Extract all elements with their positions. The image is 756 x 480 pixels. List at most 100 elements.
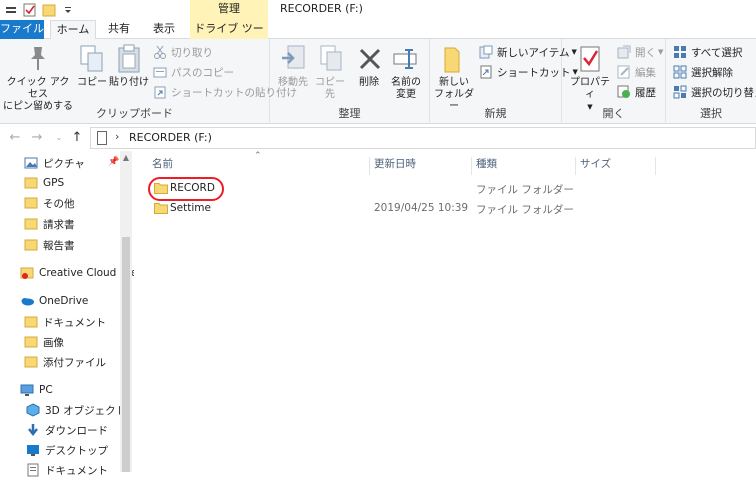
select-none-button[interactable]: 選択解除: [672, 63, 733, 81]
file-row[interactable]: Settime 2019/04/25 10:39 ファイル フォルダー: [148, 200, 748, 218]
open-button[interactable]: 開く ▼: [616, 43, 663, 61]
copy-path-button[interactable]: パスのコピー: [152, 63, 234, 81]
column-header-size[interactable]: サイズ: [576, 157, 656, 175]
tab-file[interactable]: ファイル: [0, 20, 44, 39]
pictures-icon: [24, 157, 38, 169]
nav-scrollbar[interactable]: ▲: [120, 151, 132, 472]
folder-icon: [24, 316, 38, 328]
move-to-icon: [277, 43, 309, 75]
organize-group: 移動先 コピー先 削除 名前の 変更 整理: [270, 39, 430, 124]
folder-icon: [24, 197, 38, 209]
tab-drive-tools[interactable]: ドライブ ツール: [190, 20, 268, 53]
recent-locations-chevron-icon[interactable]: ⌄: [50, 129, 68, 147]
move-to-button[interactable]: 移動先: [274, 43, 312, 89]
nav-item-label: PC: [39, 384, 53, 396]
onedrive-icon: [21, 298, 34, 306]
paste-label: 貼り付け: [109, 77, 149, 88]
copy-to-label: コピー先: [315, 77, 345, 100]
file-row[interactable]: RECORD ファイル フォルダー: [148, 180, 748, 198]
qat-dropdown-icon[interactable]: [60, 2, 76, 18]
breadcrumb-path[interactable]: RECORDER (F:): [129, 131, 212, 144]
up-arrow-icon[interactable]: ↑: [68, 129, 86, 147]
file-list-pane: ⌃ 名前 更新日時 種類 サイズ RECORD ファイル フォルダー Setti…: [134, 151, 756, 472]
file-name[interactable]: Settime: [170, 202, 211, 214]
new-item-icon: [478, 44, 494, 60]
copy-button[interactable]: コピー: [76, 43, 108, 89]
column-header-type[interactable]: 種類: [472, 157, 576, 175]
rename-label: 名前の 変更: [391, 77, 421, 100]
copy-icon: [76, 43, 108, 75]
nav-item-label: 請求書: [43, 218, 75, 231]
open-label: 開く: [635, 46, 656, 59]
shortcut-label: ショートカット: [497, 66, 571, 79]
column-header-name[interactable]: 名前: [148, 157, 370, 175]
window-menu-icon[interactable]: [3, 2, 19, 18]
paste-icon: [113, 43, 145, 75]
documents-icon: [27, 463, 39, 477]
highlight-circle-annotation: [148, 177, 224, 201]
paste-button[interactable]: 貼り付け: [108, 43, 150, 89]
properties-qat-icon[interactable]: [22, 2, 38, 18]
creative-cloud-icon: [20, 267, 34, 279]
nav-item-label: デスクトップ: [45, 444, 108, 457]
select-none-icon: [672, 64, 688, 80]
usb-drive-icon: [97, 131, 107, 145]
clipboard-group: クイック アクセス にピン留めする コピー 貼り付け 切り取り パスのコピー シ…: [0, 39, 297, 124]
pin-quick-access-button[interactable]: クイック アクセス にピン留めする: [2, 43, 74, 113]
new-group-label: 新規: [484, 107, 507, 120]
copy-to-button[interactable]: コピー先: [312, 43, 348, 101]
ribbon: クイック アクセス にピン留めする コピー 貼り付け 切り取り パスのコピー シ…: [0, 39, 756, 124]
column-header-modified[interactable]: 更新日時: [370, 157, 472, 175]
ribbon-tab-row: ファイル ホーム 共有 表示 ドライブ ツール: [0, 20, 756, 53]
tab-view[interactable]: 表示: [144, 20, 184, 39]
file-type: ファイル フォルダー: [476, 204, 574, 216]
invert-selection-icon: [672, 84, 688, 100]
shortcut-icon: [478, 64, 494, 80]
nav-item-label: ピクチャ: [43, 157, 85, 170]
scroll-up-arrow-icon[interactable]: ▲: [120, 151, 132, 165]
history-button[interactable]: 履歴: [616, 83, 656, 101]
folder-icon: [24, 218, 38, 230]
chevron-down-icon: ▼: [658, 48, 664, 56]
back-arrow-icon[interactable]: ←: [6, 129, 24, 147]
folder-icon: [24, 336, 38, 348]
pin-icon[interactable]: 📌: [108, 157, 119, 167]
delete-label: 削除: [359, 77, 379, 88]
history-icon: [616, 84, 632, 100]
forward-arrow-icon[interactable]: →: [28, 129, 46, 147]
properties-icon: [574, 43, 606, 75]
properties-label: プロパティ: [570, 77, 610, 100]
new-folder-button[interactable]: 新しい フォルダー: [432, 43, 476, 113]
rename-button[interactable]: 名前の 変更: [388, 43, 424, 101]
edit-icon: [616, 64, 632, 80]
properties-button[interactable]: プロパティ ▼: [566, 43, 614, 113]
nav-item-label: GPS: [43, 177, 65, 189]
nav-item-label: ドキュメント: [45, 464, 108, 477]
select-all-button[interactable]: すべて選択: [672, 43, 742, 61]
nav-item-label: OneDrive: [39, 295, 89, 307]
address-field[interactable]: › RECORDER (F:): [90, 127, 756, 149]
new-item-label: 新しいアイテム: [497, 46, 570, 59]
edit-button[interactable]: 編集: [616, 63, 656, 81]
nav-item-label: その他: [43, 197, 75, 210]
breadcrumb-chevron-icon[interactable]: ›: [115, 130, 119, 143]
new-folder-qat-icon[interactable]: [41, 2, 57, 18]
folder-icon: [154, 203, 168, 214]
nav-scrollbar-thumb[interactable]: [122, 237, 130, 472]
manage-tab-header: 管理: [190, 0, 268, 20]
pc-icon: [20, 384, 34, 396]
clipboard-group-label: クリップボード: [96, 107, 173, 120]
downloads-icon: [28, 424, 38, 437]
cut-button[interactable]: 切り取り: [152, 43, 213, 61]
delete-button[interactable]: 削除: [354, 43, 384, 89]
paste-shortcut-icon: [152, 84, 168, 100]
tab-share[interactable]: 共有: [100, 20, 138, 39]
tab-home[interactable]: ホーム: [50, 20, 96, 40]
pin-icon: [22, 43, 54, 75]
invert-selection-button[interactable]: 選択の切り替え: [672, 83, 756, 101]
folder-icon: [24, 177, 38, 189]
nav-item-label: 添付ファイル: [43, 356, 106, 369]
nav-item-label: ドキュメント: [43, 316, 106, 329]
3d-objects-icon: [26, 403, 40, 417]
copy-path-icon: [152, 64, 168, 80]
